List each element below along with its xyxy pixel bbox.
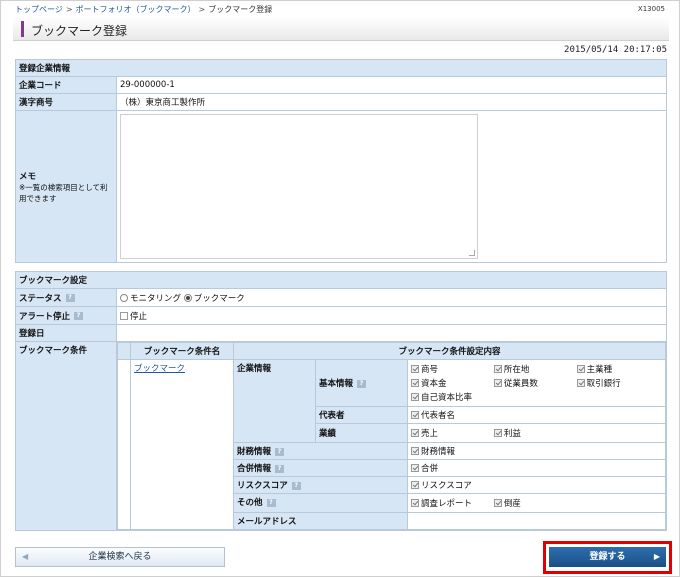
cond-name-header: ブックマーク条件名 (130, 342, 234, 360)
cond-detail-header: ブックマーク条件設定内容 (233, 342, 666, 360)
breadcrumb: トップページ > ポートフォリオ（ブックマーク） > ブックマーク登録 (15, 5, 273, 14)
memo-label: メモ (19, 171, 37, 182)
memo-note: ※一覧の検索項目として利用できます (19, 182, 108, 203)
checkbox-item[interactable] (411, 411, 419, 419)
help-icon[interactable]: ? (266, 498, 276, 507)
status-label: ステータス (19, 293, 62, 304)
checkbox-item[interactable] (411, 481, 419, 489)
alert-stop-checkbox[interactable] (120, 311, 128, 320)
company-name: （株）東京商工製作所 (116, 93, 667, 111)
group-corp: 企業情報 (233, 359, 316, 443)
back-to-search-button[interactable]: ◀ 企業検索へ戻る (15, 547, 225, 567)
cond-label: ブックマーク条件 (15, 341, 117, 531)
alert-label: アラート停止 (19, 311, 71, 322)
group-risk-cell: リスクスコア? (233, 476, 408, 494)
date-value (116, 324, 667, 342)
radio-monitoring[interactable] (120, 293, 128, 302)
checkbox-item[interactable] (493, 429, 502, 437)
page-frame: トップページ > ポートフォリオ（ブックマーク） > ブックマーク登録 X13005 ブ… (0, 0, 680, 577)
help-icon[interactable]: ? (65, 294, 75, 302)
bookmark-section-header: ブックマーク設定 (15, 271, 667, 289)
checkbox-item[interactable] (576, 379, 585, 387)
breadcrumb-home[interactable]: トップページ (15, 5, 63, 14)
checkbox-item[interactable] (493, 365, 502, 373)
radio-bookmark[interactable] (183, 293, 192, 302)
alert-stop-label[interactable]: 停止 (130, 312, 147, 322)
cond-name-link[interactable]: ブックマーク (134, 364, 185, 374)
back-arrow-icon: ◀ (22, 552, 29, 561)
group-basic-cell: 基本情報? (315, 359, 408, 407)
group-mail: メールアドレス (233, 512, 408, 530)
title-accent (21, 21, 24, 37)
help-icon[interactable]: ? (275, 464, 285, 473)
group-fin: 財務情報 (237, 447, 272, 457)
bookmark-settings-table: ブックマーク設定 ステータス? モニタリング ブックマーク アラート停止? 停止… (15, 271, 667, 531)
screen-id: X13005 (637, 5, 665, 13)
help-icon[interactable]: ? (357, 379, 367, 388)
breadcrumb-portfolio[interactable]: ポートフォリオ（ブックマーク） (76, 5, 196, 14)
company-section-header: 登録企業情報 (15, 59, 667, 77)
checkbox-item[interactable] (493, 499, 502, 507)
page-title-bar: ブックマーク登録 (13, 17, 669, 41)
alert-label-cell: アラート停止? (15, 306, 117, 325)
checkbox-item[interactable] (411, 447, 419, 455)
breadcrumb-current: ブックマーク登録 (208, 5, 273, 14)
checkbox-item[interactable] (411, 429, 419, 437)
next-arrow-icon: ▶ (653, 552, 660, 561)
group-fin-cell: 財務情報? (233, 442, 408, 460)
help-icon[interactable]: ? (74, 312, 84, 320)
company-name-label: 漢字商号 (15, 93, 117, 111)
group-basic: 基本情報 (319, 379, 354, 389)
radio-monitoring-label[interactable]: モニタリング (130, 294, 181, 304)
help-icon[interactable]: ? (291, 481, 301, 490)
group-perf: 業績 (315, 423, 408, 443)
checkbox-item[interactable] (411, 379, 419, 387)
radio-bookmark-label[interactable]: ブックマーク (194, 294, 245, 304)
date-label: 登録日 (15, 324, 117, 342)
checkbox-item[interactable] (411, 393, 419, 401)
page-title: ブックマーク登録 (31, 24, 128, 38)
memo-textarea[interactable] (120, 114, 478, 259)
memo-label-cell: メモ ※一覧の検索項目として利用できます (15, 110, 117, 263)
register-button[interactable]: 登録する ▶ (549, 547, 666, 567)
company-code-label: 企業コード (15, 76, 117, 94)
checkbox-item[interactable] (411, 464, 419, 472)
checkbox-item[interactable] (493, 379, 502, 387)
group-merge-cell: 合併情報? (233, 459, 408, 477)
group-rep: 代表者 (315, 406, 408, 424)
conditions-table: ブックマーク条件名 ブックマーク条件設定内容 ブックマーク 企業情報 基本情報? … (117, 342, 666, 530)
checkbox-item[interactable] (411, 499, 419, 507)
company-code: 29-000000-1 (116, 76, 667, 94)
status-label-cell: ステータス? (15, 288, 117, 307)
help-icon[interactable]: ? (275, 447, 285, 456)
checkbox-item[interactable] (576, 365, 585, 373)
group-other-cell: その他? (233, 493, 408, 513)
group-risk: リスクスコア (237, 481, 288, 491)
checkbox-item[interactable] (411, 365, 419, 373)
group-merge: 合併情報 (237, 464, 272, 474)
group-other: その他 (237, 498, 263, 508)
timestamp: 2015/05/14 20:17:05 (564, 45, 667, 55)
company-info-table: 登録企業情報 企業コード 29-000000-1 漢字商号 （株）東京商工製作所 メ… (15, 59, 667, 263)
